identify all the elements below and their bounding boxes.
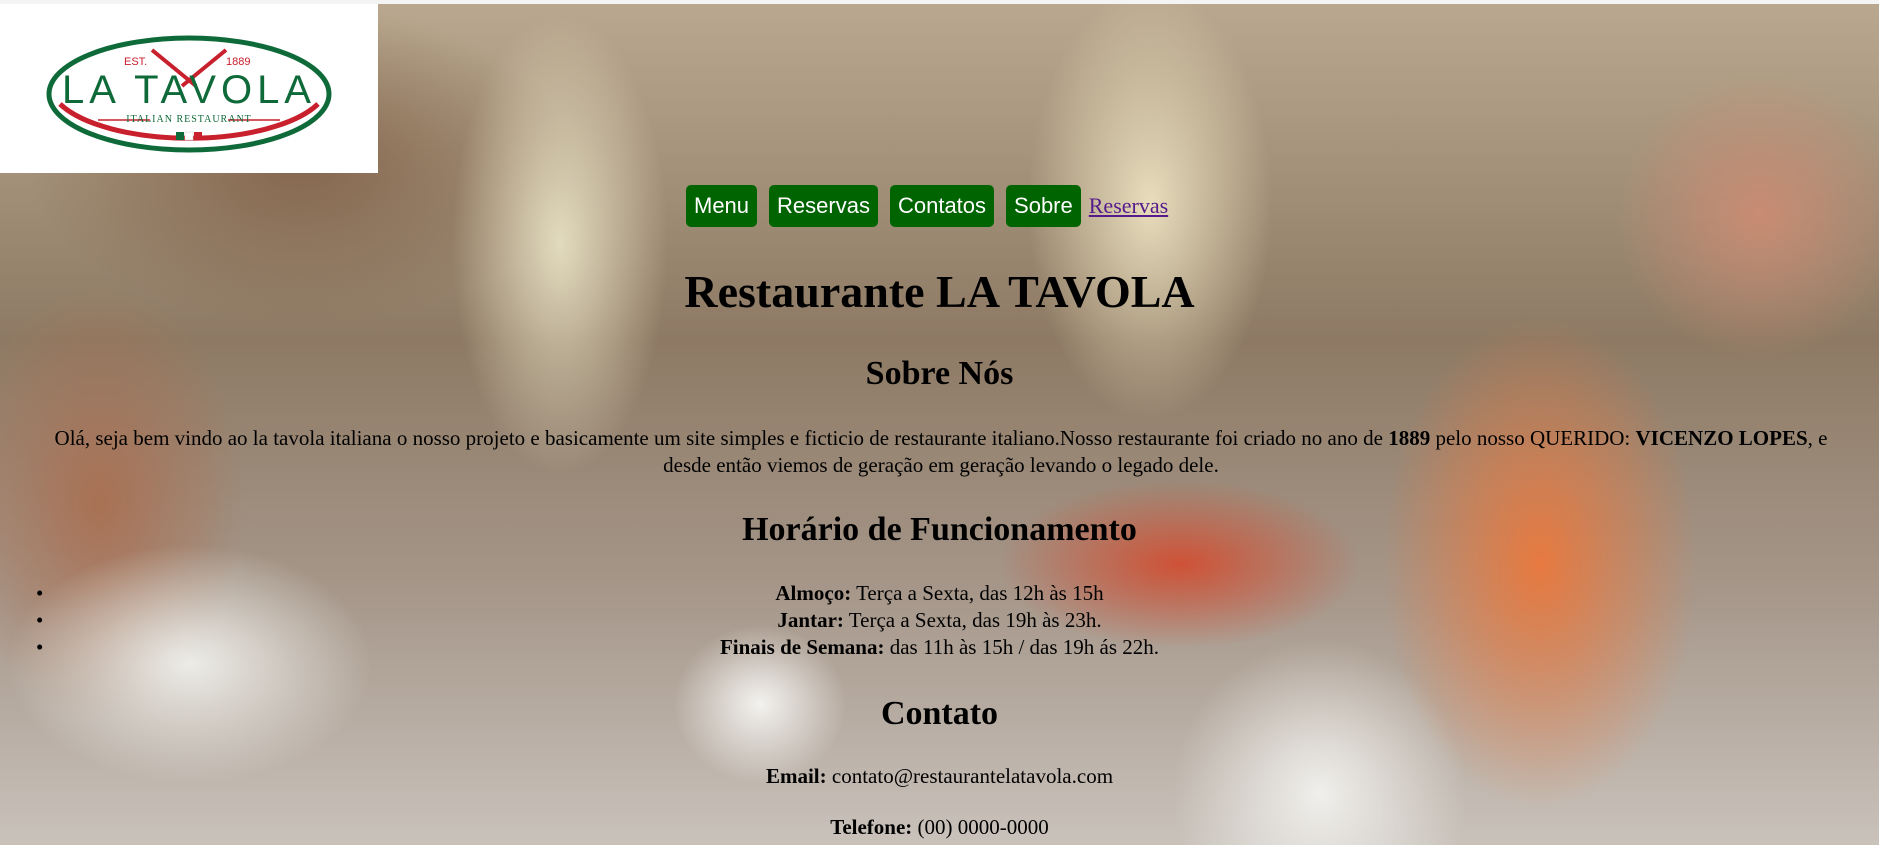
bullet-icon: • (36, 635, 44, 659)
bullet-icon: • (36, 608, 44, 632)
logo-est: EST. (124, 56, 148, 68)
nav-reservas-link[interactable]: Reservas (1089, 193, 1168, 219)
about-heading: Sobre Nós (865, 355, 1014, 392)
nav-reservas-button[interactable]: Reservas (769, 185, 878, 227)
about-text-part: pelo nosso QUERIDO: (1430, 426, 1636, 450)
hours-list: • Almoço: Terça a Sexta, das 12h às 15h •… (0, 580, 1879, 661)
hours-value: Terça a Sexta, das 12h às 15h (851, 581, 1104, 605)
list-item: • Almoço: Terça a Sexta, das 12h às 15h (0, 580, 1879, 607)
main-nav: Menu Reservas Contatos Sobre Reservas (686, 185, 1168, 227)
hours-heading: Horário de Funcionamento (742, 511, 1137, 548)
list-item: • Jantar: Terça a Sexta, das 19h às 23h. (0, 607, 1879, 634)
logo-year: 1889 (226, 56, 251, 68)
logo[interactable]: EST. 1889 LA TAVOLA ITALIAN RESTAURANT (0, 4, 378, 173)
founding-year: 1889 (1388, 426, 1431, 450)
hours-value: Terça a Sexta, das 19h às 23h. (843, 608, 1102, 632)
contact-email: Email: contato@restaurantelatavola.com (0, 763, 1879, 790)
hours-value: das 11h às 15h / das 19h ás 22h. (884, 635, 1160, 659)
hours-label: Almoço: (775, 581, 852, 605)
logo-tagline: ITALIAN RESTAURANT (126, 114, 252, 125)
phone-label: Telefone: (830, 815, 913, 839)
about-text-part: Olá, seja bem vindo ao la tavola italian… (54, 426, 1389, 450)
logo-name: LA TAVOLA (61, 68, 316, 112)
nav-sobre-button[interactable]: Sobre (1006, 185, 1081, 227)
email-label: Email: (765, 764, 827, 788)
list-item: • Finais de Semana: das 11h às 15h / das … (0, 634, 1879, 661)
about-text: Olá, seja bem vindo ao la tavola italian… (38, 425, 1844, 479)
nav-contatos-button[interactable]: Contatos (889, 185, 995, 227)
founder-name: VICENZO LOPES (1635, 426, 1808, 450)
email-value: contato@restaurantelatavola.com (826, 764, 1114, 788)
contact-phone: Telefone: (00) 0000-0000 (0, 814, 1879, 841)
hours-label: Finais de Semana: (719, 635, 885, 659)
page-title: Restaurante LA TAVOLA (684, 266, 1195, 317)
contact-heading: Contato (880, 695, 999, 732)
nav-menu-button[interactable]: Menu (686, 185, 758, 227)
hours-label: Jantar: (777, 608, 844, 632)
bullet-icon: • (36, 581, 44, 605)
phone-value: (00) 0000-0000 (912, 815, 1049, 839)
